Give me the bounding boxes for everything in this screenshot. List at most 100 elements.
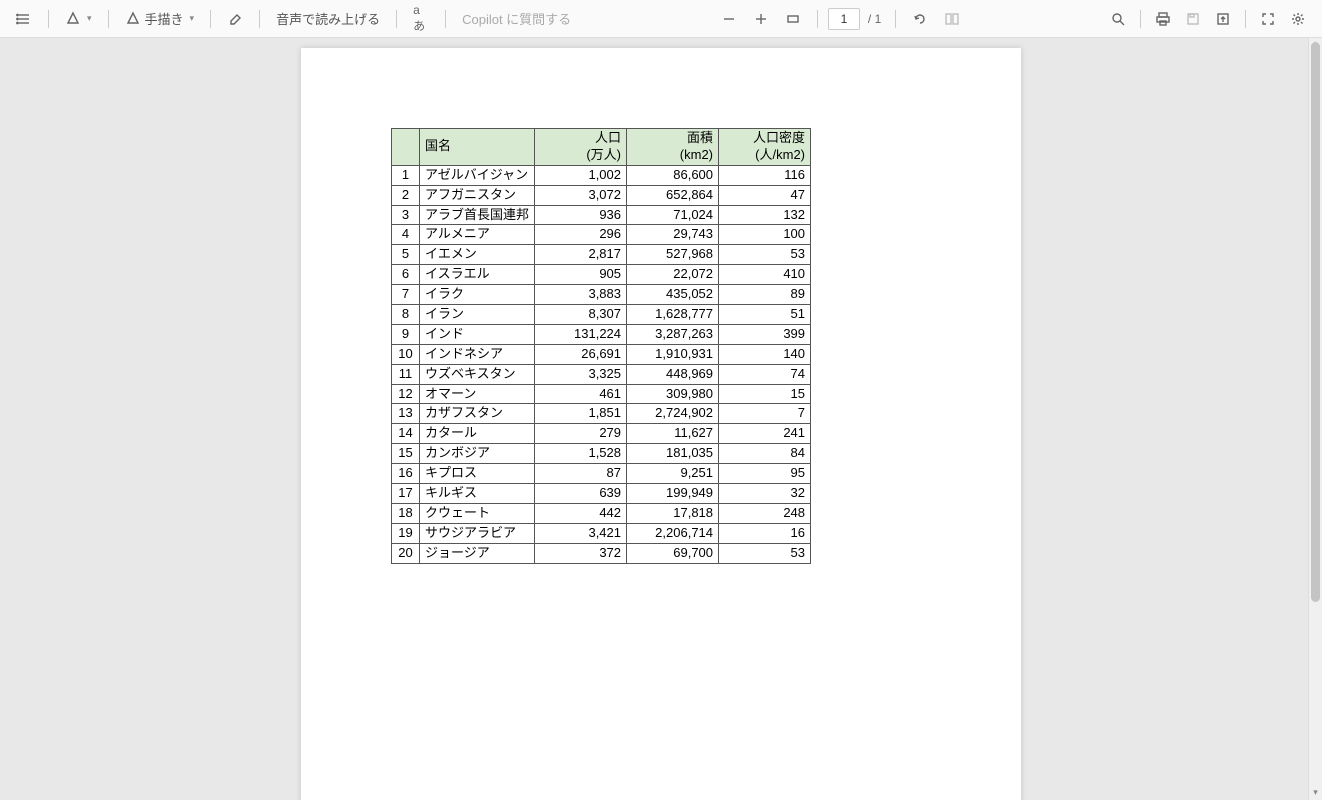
cell-density: 132	[719, 205, 811, 225]
cell-name: クウェート	[420, 503, 535, 523]
document-viewport[interactable]: 国名 人口 (万人) 面積 (km2) 人口密度 (人/km2) 1アゼルバイジ…	[0, 38, 1322, 800]
cell-density: 53	[719, 245, 811, 265]
cell-population: 1,528	[535, 444, 627, 464]
cell-population: 3,421	[535, 523, 627, 543]
data-table: 国名 人口 (万人) 面積 (km2) 人口密度 (人/km2) 1アゼルバイジ…	[391, 128, 811, 564]
cell-index: 15	[392, 444, 420, 464]
page-view-icon[interactable]	[938, 7, 966, 31]
cell-name: キプロス	[420, 464, 535, 484]
fullscreen-icon[interactable]	[1254, 7, 1282, 31]
cell-population: 1,002	[535, 165, 627, 185]
fit-width-icon[interactable]	[779, 7, 807, 31]
separator	[396, 10, 397, 28]
cell-name: オマーン	[420, 384, 535, 404]
cell-population: 461	[535, 384, 627, 404]
cell-population: 8,307	[535, 305, 627, 325]
cell-density: 116	[719, 165, 811, 185]
cell-density: 399	[719, 324, 811, 344]
cell-name: キルギス	[420, 484, 535, 504]
toolbar: ▾ 手描き ▾ 音声で読み上げる aあ Copilot に質問する	[0, 0, 1322, 38]
table-row: 3アラブ首長国連邦93671,024132	[392, 205, 811, 225]
cell-density: 84	[719, 444, 811, 464]
header-name: 国名	[420, 129, 535, 166]
cell-area: 69,700	[627, 543, 719, 563]
contents-icon[interactable]	[10, 7, 38, 31]
zoom-in-button[interactable]	[747, 7, 775, 31]
cell-name: イスラエル	[420, 265, 535, 285]
cell-index: 1	[392, 165, 420, 185]
cell-density: 47	[719, 185, 811, 205]
separator	[1140, 10, 1141, 28]
table-row: 5イエメン2,817527,96853	[392, 245, 811, 265]
table-row: 11ウズベキスタン3,325448,96974	[392, 364, 811, 384]
cell-name: イラン	[420, 305, 535, 325]
read-aloud-label: 音声で読み上げる	[276, 9, 380, 28]
save-as-icon[interactable]	[1209, 7, 1237, 31]
cell-density: 410	[719, 265, 811, 285]
cell-density: 248	[719, 503, 811, 523]
separator	[210, 10, 211, 28]
cell-index: 16	[392, 464, 420, 484]
translate-icon[interactable]: aあ	[407, 7, 435, 31]
page-total: / 1	[864, 12, 885, 26]
scrollbar-thumb[interactable]	[1311, 42, 1320, 602]
cell-area: 22,072	[627, 265, 719, 285]
scroll-down-arrow[interactable]: ▾	[1309, 787, 1322, 798]
save-icon[interactable]	[1179, 7, 1207, 31]
table-row: 17キルギス639199,94932	[392, 484, 811, 504]
draw-label: 手描き	[145, 9, 184, 28]
header-index	[392, 129, 420, 166]
header-area: 面積 (km2)	[627, 129, 719, 166]
cell-index: 5	[392, 245, 420, 265]
cell-index: 20	[392, 543, 420, 563]
table-row: 8イラン8,3071,628,77751	[392, 305, 811, 325]
read-aloud-button[interactable]: 音声で読み上げる	[270, 5, 386, 32]
highlighter-icon[interactable]: ▾	[59, 7, 98, 31]
cell-density: 32	[719, 484, 811, 504]
cell-name: カザフスタン	[420, 404, 535, 424]
print-icon[interactable]	[1149, 7, 1177, 31]
table-row: 14カタール27911,627241	[392, 424, 811, 444]
cell-name: サウジアラビア	[420, 523, 535, 543]
table-row: 1アゼルバイジャン1,00286,600116	[392, 165, 811, 185]
cell-index: 4	[392, 225, 420, 245]
draw-button[interactable]: 手描き ▾	[119, 5, 201, 32]
cell-name: ジョージア	[420, 543, 535, 563]
cell-area: 3,287,263	[627, 324, 719, 344]
separator	[445, 10, 446, 28]
rotate-icon[interactable]	[906, 7, 934, 31]
page-number-input[interactable]	[828, 8, 860, 30]
vertical-scrollbar[interactable]: ▴ ▾	[1308, 38, 1322, 800]
cell-index: 17	[392, 484, 420, 504]
settings-icon[interactable]	[1284, 7, 1312, 31]
erase-icon[interactable]	[221, 7, 249, 31]
cell-index: 11	[392, 364, 420, 384]
zoom-out-button[interactable]	[715, 7, 743, 31]
cell-index: 6	[392, 265, 420, 285]
cell-population: 2,817	[535, 245, 627, 265]
table-row: 2アフガニスタン3,072652,86447	[392, 185, 811, 205]
cell-population: 3,072	[535, 185, 627, 205]
cell-population: 279	[535, 424, 627, 444]
chevron-down-icon: ▾	[87, 13, 92, 24]
cell-index: 14	[392, 424, 420, 444]
cell-index: 2	[392, 185, 420, 205]
cell-name: イラク	[420, 285, 535, 305]
cell-index: 13	[392, 404, 420, 424]
cell-area: 1,628,777	[627, 305, 719, 325]
cell-population: 87	[535, 464, 627, 484]
cell-area: 86,600	[627, 165, 719, 185]
cell-name: カンボジア	[420, 444, 535, 464]
table-row: 4アルメニア29629,743100	[392, 225, 811, 245]
search-icon[interactable]	[1104, 7, 1132, 31]
cell-area: 527,968	[627, 245, 719, 265]
cell-area: 199,949	[627, 484, 719, 504]
table-row: 16キプロス879,25195	[392, 464, 811, 484]
cell-area: 11,627	[627, 424, 719, 444]
copilot-placeholder[interactable]: Copilot に質問する	[456, 5, 577, 32]
cell-index: 18	[392, 503, 420, 523]
cell-index: 9	[392, 324, 420, 344]
cell-density: 95	[719, 464, 811, 484]
cell-population: 3,883	[535, 285, 627, 305]
cell-index: 8	[392, 305, 420, 325]
